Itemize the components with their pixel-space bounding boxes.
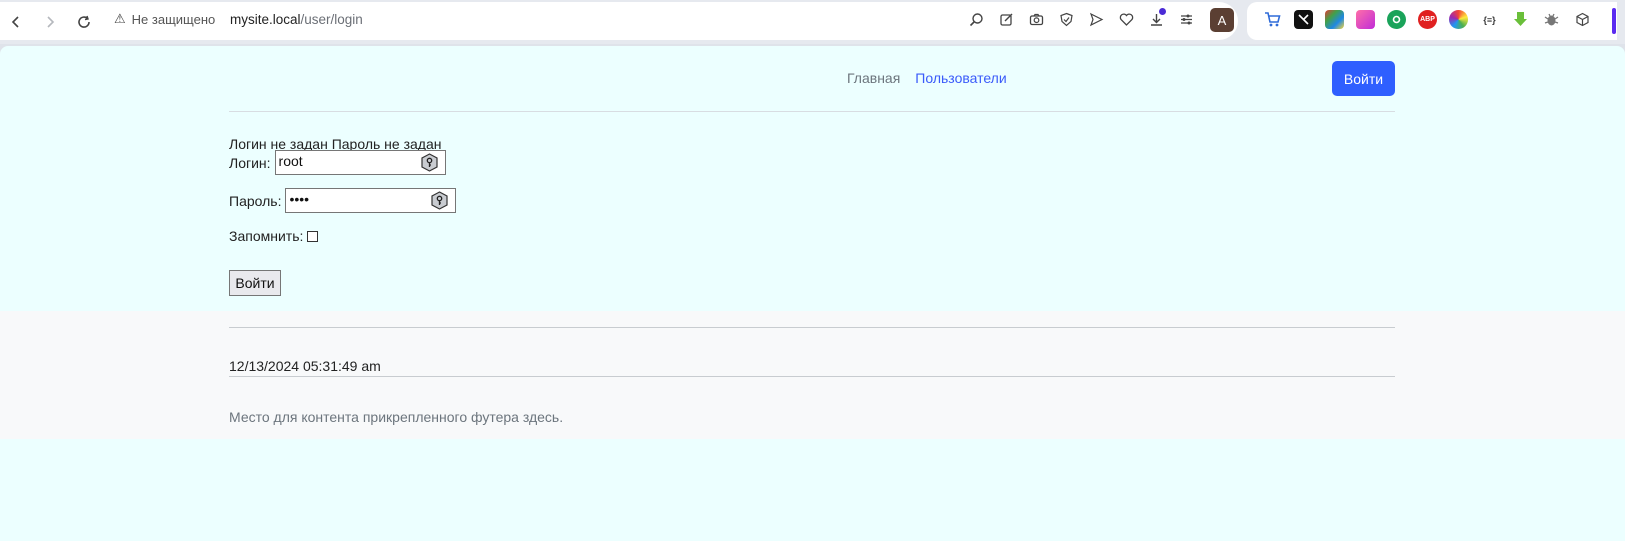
browser-chrome: ⚠ Не защищено mysite.local/user/login A xyxy=(0,0,1625,44)
page-content: Главная Пользователи Войти Логин не зада… xyxy=(0,46,1625,541)
profile-avatar[interactable]: A xyxy=(1210,8,1234,32)
remember-checkbox[interactable] xyxy=(307,230,319,242)
gradient-extension-icon[interactable] xyxy=(1356,10,1375,29)
send-icon[interactable] xyxy=(1085,7,1107,31)
download-arrow-icon[interactable] xyxy=(1511,10,1530,29)
heart-icon[interactable] xyxy=(1115,7,1137,31)
download-icon[interactable] xyxy=(1145,7,1167,31)
cart-icon[interactable] xyxy=(1263,10,1282,29)
warning-icon: ⚠ xyxy=(114,11,126,26)
adblock-icon[interactable]: ABP xyxy=(1418,10,1437,29)
edit-icon[interactable] xyxy=(995,7,1017,31)
camera-icon[interactable] xyxy=(1025,7,1047,31)
cube-icon[interactable] xyxy=(1573,10,1592,29)
zoom-search-icon[interactable] xyxy=(965,7,987,31)
nav-users-link[interactable]: Пользователи xyxy=(915,70,1006,86)
password-label: Пароль: xyxy=(229,192,282,209)
security-indicator[interactable]: ⚠ Не защищено xyxy=(114,11,215,27)
bug-icon[interactable] xyxy=(1542,10,1561,29)
login-input[interactable]: root xyxy=(274,150,446,175)
footer-text: Место для контента прикрепленного футера… xyxy=(229,409,564,425)
timestamp: 12/13/2024 05:31:49 am xyxy=(229,358,381,374)
password-manager-icon[interactable] xyxy=(430,191,449,210)
side-panel-indicator[interactable] xyxy=(1612,8,1616,34)
json-extension-icon[interactable]: {≡} xyxy=(1480,10,1499,29)
main-nav: Главная Пользователи xyxy=(847,70,1007,86)
header-divider xyxy=(229,111,1395,112)
footer: 12/13/2024 05:31:49 am Место для контент… xyxy=(0,311,1625,439)
footer-divider-top xyxy=(229,327,1395,328)
url-path: /user/login xyxy=(300,12,363,27)
back-icon[interactable] xyxy=(4,10,28,34)
remember-row: Запомнить: xyxy=(229,228,319,244)
login-label: Логин: xyxy=(229,154,271,171)
footer-divider xyxy=(229,376,1395,377)
reload-icon[interactable] xyxy=(72,10,96,34)
password-input[interactable]: •••• xyxy=(285,188,457,213)
forward-icon xyxy=(38,10,62,34)
url-text[interactable]: mysite.local/user/login xyxy=(230,12,363,27)
login-row: Логин: root xyxy=(229,150,446,175)
submit-button[interactable]: Войти xyxy=(229,270,281,296)
hexagon-extension-icon[interactable] xyxy=(1387,10,1406,29)
settings-sliders-icon[interactable] xyxy=(1175,7,1197,31)
header-login-button[interactable]: Войти xyxy=(1332,61,1395,96)
login-value: root xyxy=(278,153,303,169)
remember-label: Запомнить: xyxy=(229,228,304,244)
color-wheel-icon[interactable] xyxy=(1449,10,1468,29)
password-manager-icon[interactable] xyxy=(420,153,439,172)
security-label: Не защищено xyxy=(131,11,216,27)
nav-home-link[interactable]: Главная xyxy=(847,70,900,86)
tool-extension-icon[interactable] xyxy=(1294,10,1313,29)
password-row: Пароль: •••• xyxy=(229,188,457,213)
shield-icon[interactable] xyxy=(1055,7,1077,31)
palette-extension-icon[interactable] xyxy=(1325,10,1344,29)
password-value: •••• xyxy=(289,191,310,207)
url-host: mysite.local xyxy=(230,12,301,27)
download-badge xyxy=(1159,8,1166,15)
